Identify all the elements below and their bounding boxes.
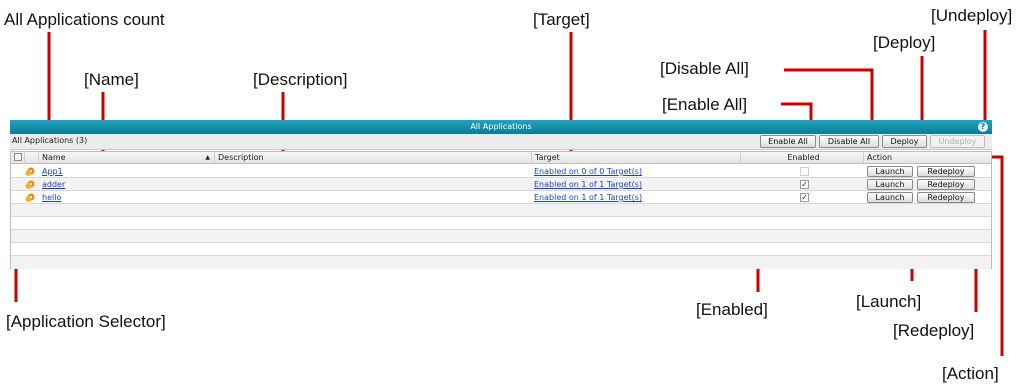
application-gear-icon bbox=[25, 167, 35, 176]
column-header-name[interactable]: Name ▲ bbox=[39, 152, 215, 164]
table-header: Name ▲ Description Target Enabled Action bbox=[11, 152, 991, 164]
empty-row bbox=[11, 256, 991, 269]
app-name-link[interactable]: App1 bbox=[42, 167, 63, 176]
redeploy-button[interactable]: Redeploy bbox=[917, 179, 975, 190]
enabled-checkbox[interactable]: ✓ bbox=[800, 180, 809, 189]
toolbar: All Applications (3) Enable All Disable … bbox=[10, 134, 992, 150]
table-row: App1 Enabled on 0 of 0 Target(s) Launch … bbox=[11, 165, 991, 178]
column-header-target[interactable]: Target bbox=[532, 152, 741, 164]
target-link[interactable]: Enabled on 1 of 1 Target(s) bbox=[534, 193, 642, 202]
target-link[interactable]: Enabled on 1 of 1 Target(s) bbox=[534, 180, 642, 189]
all-applications-count: All Applications (3) bbox=[12, 136, 88, 145]
empty-row bbox=[11, 243, 991, 256]
panel-title: All Applications bbox=[470, 122, 532, 131]
table-row: hello Enabled on 1 of 1 Target(s) ✓ Laun… bbox=[11, 191, 991, 204]
column-header-description[interactable]: Description bbox=[215, 152, 532, 164]
target-link[interactable]: Enabled on 0 of 0 Target(s) bbox=[534, 167, 642, 176]
column-header-enabled[interactable]: Enabled bbox=[741, 152, 864, 164]
application-gear-icon bbox=[25, 193, 35, 202]
empty-row bbox=[11, 230, 991, 243]
application-selector-all[interactable] bbox=[14, 153, 22, 161]
disable-all-button[interactable]: Disable All bbox=[819, 135, 879, 148]
enable-all-button[interactable]: Enable All bbox=[760, 135, 816, 148]
help-icon[interactable]: ? bbox=[978, 122, 988, 132]
app-name-link[interactable]: adder bbox=[42, 180, 65, 189]
redeploy-button[interactable]: Redeploy bbox=[917, 192, 975, 203]
empty-row bbox=[11, 204, 991, 217]
application-gear-icon bbox=[25, 180, 35, 189]
launch-button[interactable]: Launch bbox=[867, 192, 913, 203]
enabled-checkbox[interactable]: ✓ bbox=[800, 193, 809, 202]
app-name-link[interactable]: hello bbox=[42, 193, 61, 202]
enabled-checkbox[interactable] bbox=[800, 167, 809, 176]
column-header-action: Action bbox=[867, 153, 893, 162]
sort-ascending-icon: ▲ bbox=[205, 154, 210, 161]
redeploy-button[interactable]: Redeploy bbox=[917, 166, 975, 177]
empty-row bbox=[11, 217, 991, 230]
launch-button[interactable]: Launch bbox=[867, 179, 913, 190]
header-name-label: Name bbox=[42, 153, 66, 162]
launch-button[interactable]: Launch bbox=[867, 166, 913, 177]
applications-table: Name ▲ Description Target Enabled Action… bbox=[10, 151, 992, 269]
table-row: adder Enabled on 1 of 1 Target(s) ✓ Laun… bbox=[11, 178, 991, 191]
icon-header bbox=[25, 152, 39, 164]
undeploy-button: Undeploy bbox=[930, 135, 985, 148]
deploy-button[interactable]: Deploy bbox=[882, 135, 927, 148]
select-all-cell bbox=[11, 152, 25, 164]
panel-titlebar: All Applications ? bbox=[10, 120, 992, 134]
